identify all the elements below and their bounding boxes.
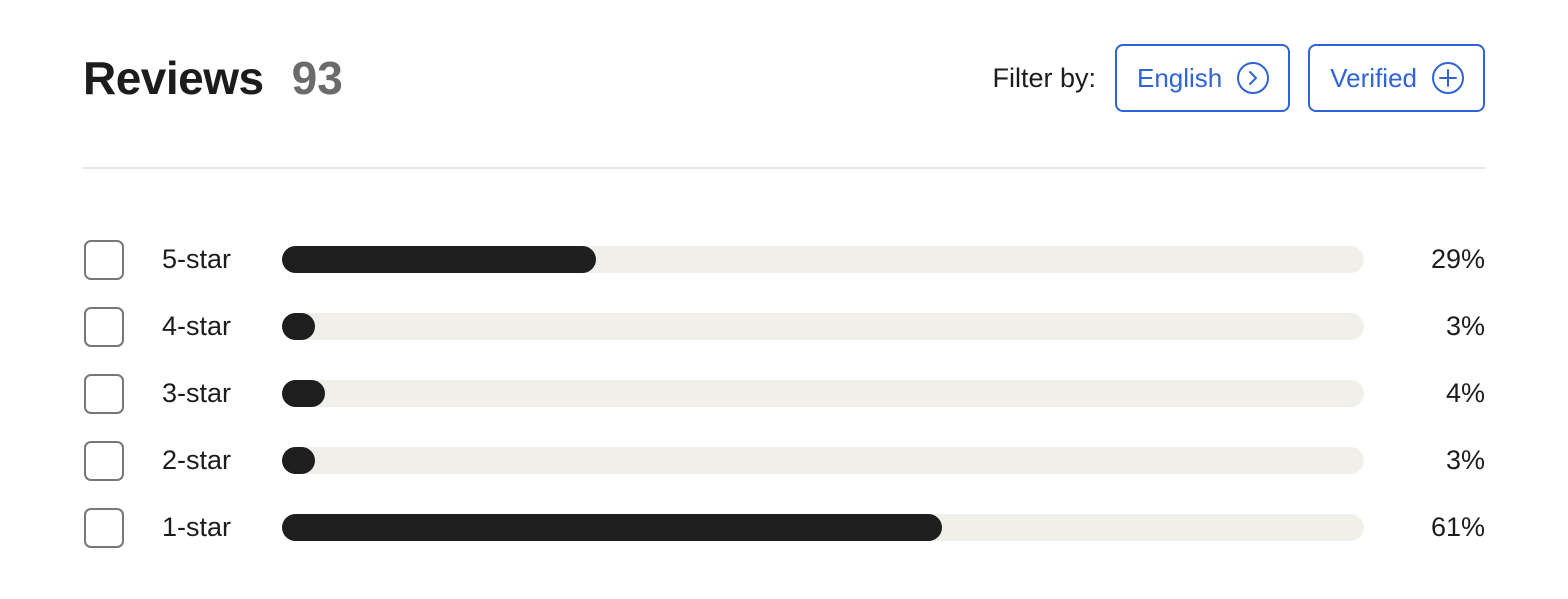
rating-label: 4-star bbox=[162, 311, 232, 341]
rating-checkbox-2[interactable] bbox=[84, 440, 124, 481]
filter-english-label: English bbox=[1136, 62, 1223, 93]
header-divider bbox=[83, 167, 1485, 169]
filter-verified-button[interactable]: Verified bbox=[1308, 44, 1485, 112]
rating-row-4: 4-star 3% bbox=[83, 293, 1485, 360]
rating-label: 1-star bbox=[162, 512, 232, 542]
filter-bar: Filter by: English Verified bbox=[992, 44, 1485, 112]
rating-checkbox-5[interactable] bbox=[84, 239, 124, 280]
reviews-header: Reviews 93 Filter by: English Verified bbox=[83, 42, 1485, 114]
rating-row-1: 1-star 61% bbox=[83, 494, 1485, 561]
rating-label: 2-star bbox=[162, 445, 232, 475]
rating-bar-fill bbox=[282, 380, 326, 407]
rating-percent: 3% bbox=[1445, 445, 1485, 475]
filter-english-button[interactable]: English bbox=[1114, 44, 1291, 112]
rating-bar-fill bbox=[282, 246, 596, 273]
filter-verified-label: Verified bbox=[1330, 62, 1417, 93]
rating-label: 3-star bbox=[162, 378, 232, 408]
rating-bar-track bbox=[282, 447, 1364, 474]
review-count: 93 bbox=[291, 52, 343, 104]
rating-breakdown: 5-star 29% 4-star 3% 3-star 4% 2-star 3%… bbox=[83, 226, 1485, 561]
rating-bar-track bbox=[282, 313, 1364, 340]
rating-row-3: 3-star 4% bbox=[83, 360, 1485, 427]
page-title: Reviews bbox=[83, 52, 264, 104]
rating-row-2: 2-star 3% bbox=[83, 427, 1485, 494]
rating-percent: 29% bbox=[1430, 244, 1485, 274]
title-group: Reviews 93 bbox=[83, 51, 343, 105]
chevron-right-circle-icon bbox=[1237, 62, 1270, 94]
rating-percent: 3% bbox=[1445, 311, 1485, 341]
rating-percent: 61% bbox=[1430, 512, 1485, 542]
rating-label: 5-star bbox=[162, 244, 232, 274]
rating-bar-track bbox=[282, 514, 1364, 541]
rating-percent: 4% bbox=[1445, 378, 1485, 408]
rating-checkbox-1[interactable] bbox=[84, 507, 124, 548]
plus-circle-icon bbox=[1432, 62, 1464, 94]
rating-checkbox-4[interactable] bbox=[84, 306, 124, 347]
rating-bar-track bbox=[282, 380, 1364, 407]
rating-bar-track bbox=[282, 246, 1364, 273]
rating-checkbox-3[interactable] bbox=[84, 373, 124, 414]
rating-bar-fill bbox=[282, 313, 315, 340]
rating-bar-fill bbox=[282, 447, 315, 474]
rating-row-5: 5-star 29% bbox=[83, 226, 1485, 293]
rating-bar-fill bbox=[282, 514, 943, 541]
filter-label: Filter by: bbox=[992, 62, 1096, 93]
